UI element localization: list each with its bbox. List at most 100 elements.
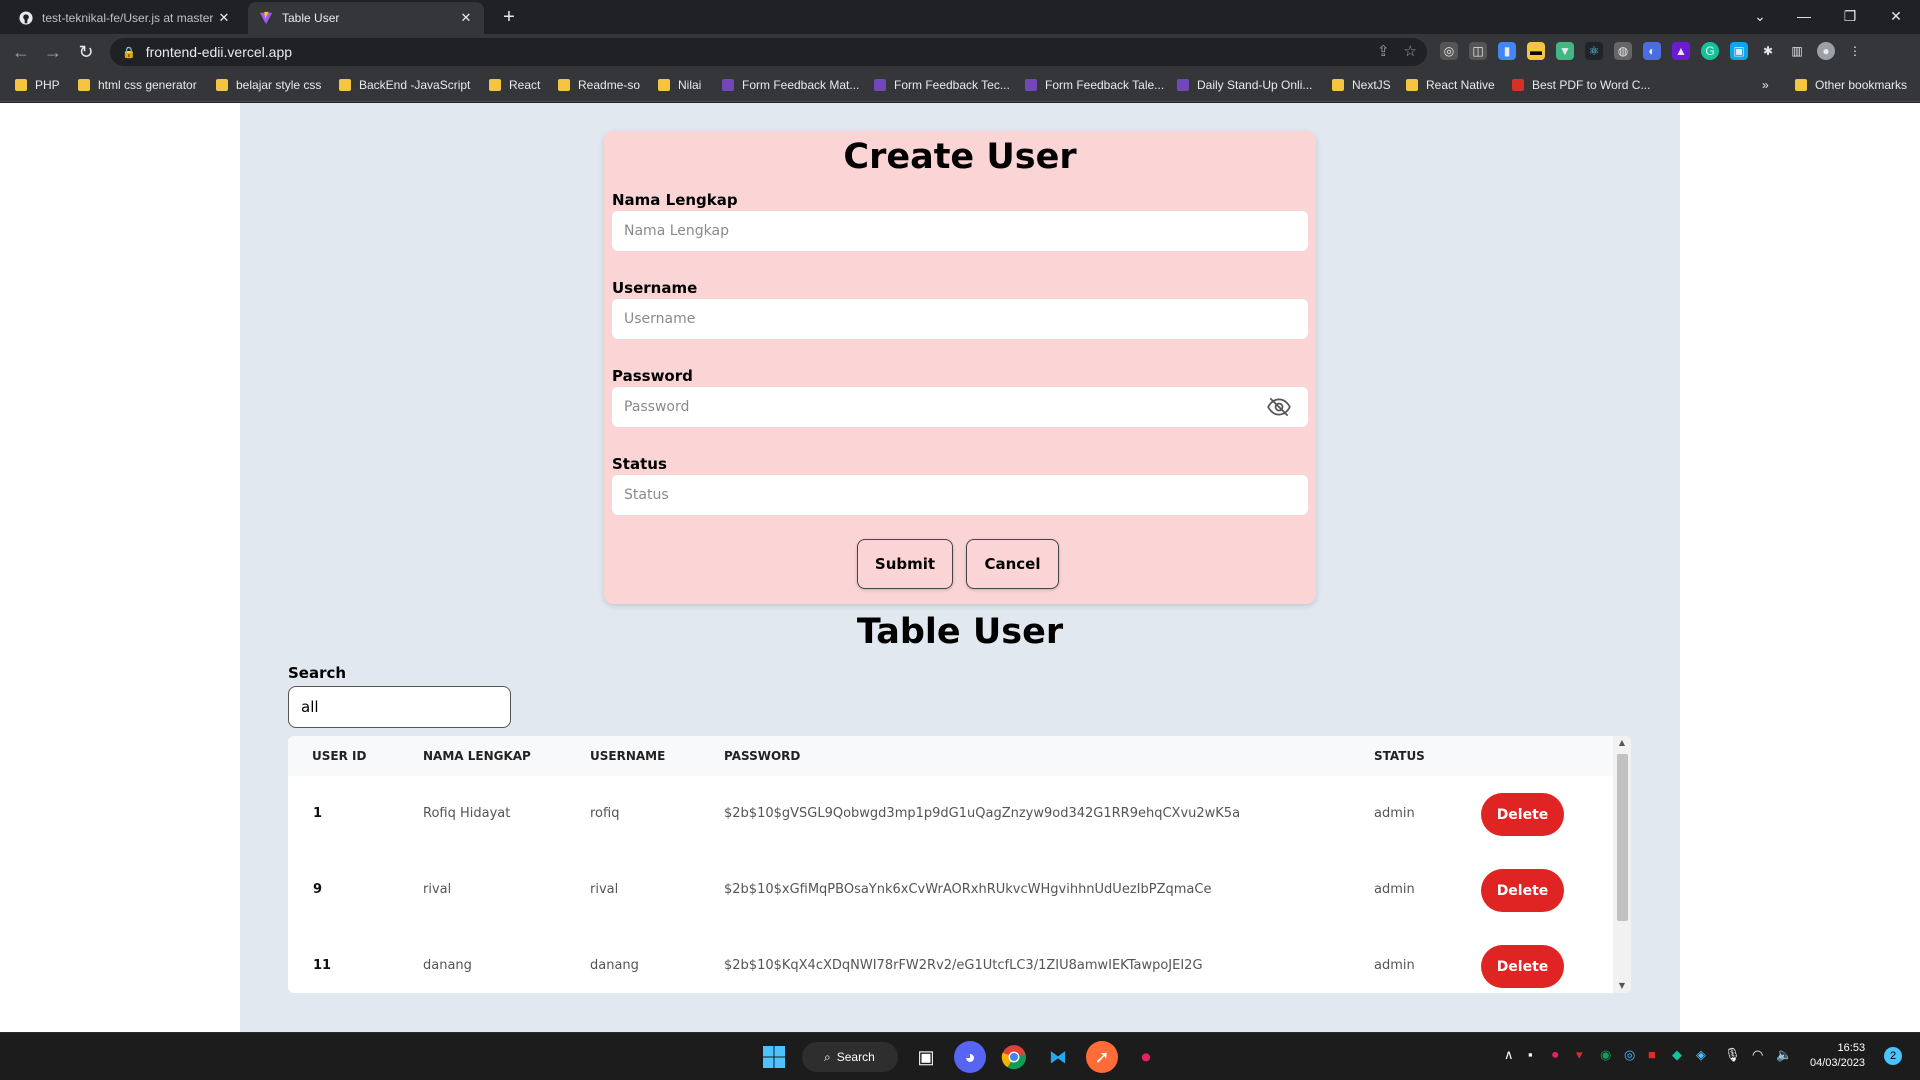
bookmark-item[interactable]: Daily Stand-Up Onli... — [1177, 78, 1312, 92]
bookmark-item[interactable]: Form Feedback Tec... — [874, 78, 1010, 92]
github-icon — [18, 10, 34, 26]
tray-app-icon[interactable]: ▾ — [1576, 1047, 1583, 1063]
table-row: 1 Rofiq Hidayat rofiq $2b$10$gVSGL9Qobwg… — [288, 776, 1613, 852]
postman-icon[interactable]: ➚ — [1086, 1041, 1118, 1073]
windows-start-icon[interactable] — [758, 1041, 790, 1073]
extension-icon[interactable]: ◐ — [1643, 42, 1661, 60]
delete-button[interactable]: Delete — [1481, 793, 1564, 836]
screen-recorder-icon[interactable]: ⏺ — [1130, 1041, 1162, 1073]
bookmark-item[interactable]: Readme-so — [558, 78, 640, 92]
notification-badge[interactable]: 2 — [1884, 1047, 1902, 1065]
extension-icon[interactable]: ◎ — [1440, 42, 1458, 60]
bookmark-item[interactable]: Form Feedback Mat... — [722, 78, 859, 92]
tray-app-icon[interactable]: ◈ — [1696, 1047, 1706, 1063]
close-tab-icon[interactable]: ✕ — [458, 10, 474, 26]
address-bar[interactable]: 🔒 frontend-edii.vercel.app ⇪ ☆ — [110, 38, 1427, 66]
share-icon[interactable]: ⇪ — [1377, 42, 1390, 60]
back-icon[interactable]: ← — [9, 40, 33, 64]
taskbar-search[interactable]: ⌕ Search — [802, 1042, 898, 1072]
profile-avatar-icon[interactable]: ● — [1817, 42, 1835, 60]
url-text: frontend-edii.vercel.app — [145, 44, 293, 60]
extension-icon[interactable]: ◍ — [1614, 42, 1632, 60]
username-input[interactable] — [612, 299, 1308, 339]
vue-devtools-icon[interactable]: ▼ — [1556, 42, 1574, 60]
extension-icon[interactable]: ◫ — [1469, 42, 1487, 60]
eye-slash-icon[interactable] — [1266, 394, 1292, 420]
task-view-icon[interactable]: ▣ — [910, 1041, 942, 1073]
react-devtools-icon[interactable]: ⚛ — [1585, 42, 1603, 60]
close-window-button[interactable]: ✕ — [1876, 4, 1916, 28]
extension-icon[interactable]: ▮ — [1498, 42, 1516, 60]
username-label: Username — [612, 279, 698, 297]
vite-icon — [258, 10, 274, 26]
tray-app-icon[interactable]: ▪ — [1528, 1047, 1533, 1062]
cell-password: $2b$10$KqX4cXDqNWI78rFW2Rv2/eG1UtcfLC3/1… — [724, 958, 1203, 973]
form-icon — [1177, 79, 1189, 91]
extensions-bar: ◎ ◫ ▮ ▬ ▼ ⚛ ◍ ◐ ▲ G ▣ ✱ ▥ ● ⋮ — [1440, 42, 1864, 60]
chrome-icon[interactable] — [998, 1041, 1030, 1073]
discord-icon[interactable]: ◕ — [954, 1041, 986, 1073]
tab-search-chevron-icon[interactable]: ⌄ — [1740, 4, 1780, 28]
tray-app-icon[interactable]: ◆ — [1672, 1047, 1682, 1063]
reload-icon[interactable]: ↻ — [74, 40, 98, 64]
vscode-icon[interactable]: ⧓ — [1042, 1041, 1074, 1073]
tab-github[interactable]: test-teknikal-fe/User.js at master ✕ — [8, 2, 242, 34]
extension-icon[interactable]: ▣ — [1730, 42, 1748, 60]
extension-icon[interactable]: ▬ — [1527, 42, 1545, 60]
bookmark-item[interactable]: NextJS — [1332, 78, 1391, 92]
volume-icon[interactable]: 🔈 — [1776, 1047, 1792, 1063]
wifi-icon[interactable]: ◠ — [1752, 1047, 1763, 1063]
cell-status: admin — [1374, 806, 1415, 821]
delete-button[interactable]: Delete — [1481, 945, 1564, 988]
tray-chevron-icon[interactable]: ∧ — [1504, 1047, 1514, 1063]
new-tab-button[interactable]: + — [498, 6, 520, 28]
bookmark-item[interactable]: html css generator — [78, 78, 197, 92]
minimize-button[interactable]: — — [1784, 4, 1824, 28]
cell-username: rival — [590, 882, 619, 897]
menu-kebab-icon[interactable]: ⋮ — [1846, 42, 1864, 60]
cell-password: $2b$10$gVSGL9Qobwgd3mp1p9dG1uQagZnzyw9od… — [724, 806, 1241, 821]
scroll-thumb[interactable] — [1617, 754, 1628, 921]
lock-icon: 🔒 — [122, 46, 136, 59]
bookmark-item[interactable]: React — [489, 78, 540, 92]
side-panel-icon[interactable]: ▥ — [1788, 42, 1806, 60]
tray-eye-icon[interactable]: ◎ — [1624, 1047, 1635, 1063]
column-header-nama-lengkap: NAMA LENGKAP — [423, 749, 531, 763]
bookmark-star-icon[interactable]: ☆ — [1404, 42, 1417, 60]
restore-button[interactable]: ❐ — [1830, 4, 1870, 28]
scroll-up-arrow-icon[interactable]: ▲ — [1613, 736, 1631, 750]
scroll-down-arrow-icon[interactable]: ▼ — [1613, 979, 1631, 993]
delete-button[interactable]: Delete — [1481, 869, 1564, 912]
more-bookmarks-chevron-icon[interactable]: » — [1762, 78, 1769, 92]
cancel-button[interactable]: Cancel — [966, 539, 1059, 589]
bookmark-item[interactable]: Nilai — [658, 78, 701, 92]
submit-button[interactable]: Submit — [857, 539, 953, 589]
microphone-icon[interactable]: 🎙 — [1724, 1047, 1741, 1063]
bookmark-item[interactable]: PHP — [15, 78, 60, 92]
search-input[interactable] — [288, 686, 511, 728]
grammarly-icon[interactable]: G — [1701, 42, 1719, 60]
other-bookmarks[interactable]: Other bookmarks — [1795, 78, 1907, 92]
bookmark-item[interactable]: Best PDF to Word C... — [1512, 78, 1650, 92]
bookmark-item[interactable]: BackEnd -JavaScript — [339, 78, 470, 92]
bookmark-item[interactable]: belajar style css — [216, 78, 321, 92]
tab-table-user[interactable]: Table User ✕ — [248, 2, 484, 34]
password-input[interactable] — [612, 387, 1308, 427]
cell-username: rofiq — [590, 806, 620, 821]
bookmark-item[interactable]: Form Feedback Tale... — [1025, 78, 1164, 92]
extension-icon[interactable]: ▲ — [1672, 42, 1690, 60]
cell-status: admin — [1374, 958, 1415, 973]
tray-recorder-icon[interactable]: ⏺ — [1552, 1047, 1559, 1063]
tab-title: Table User — [282, 11, 340, 25]
tray-app-icon[interactable]: ■ — [1648, 1047, 1656, 1062]
tray-app-icon[interactable]: ◉ — [1600, 1047, 1611, 1063]
nama-lengkap-input[interactable] — [612, 211, 1308, 251]
status-input[interactable] — [612, 475, 1308, 515]
bookmark-item[interactable]: React Native — [1406, 78, 1495, 92]
clock[interactable]: 16:53 04/03/2023 — [1810, 1041, 1865, 1071]
table-scrollbar[interactable]: ▲ ▼ — [1613, 736, 1631, 993]
puzzle-icon[interactable]: ✱ — [1759, 42, 1777, 60]
main-content: Create User Nama Lengkap Username Passwo… — [240, 103, 1680, 1032]
close-tab-icon[interactable]: ✕ — [216, 10, 232, 26]
forward-icon[interactable]: → — [41, 40, 65, 64]
